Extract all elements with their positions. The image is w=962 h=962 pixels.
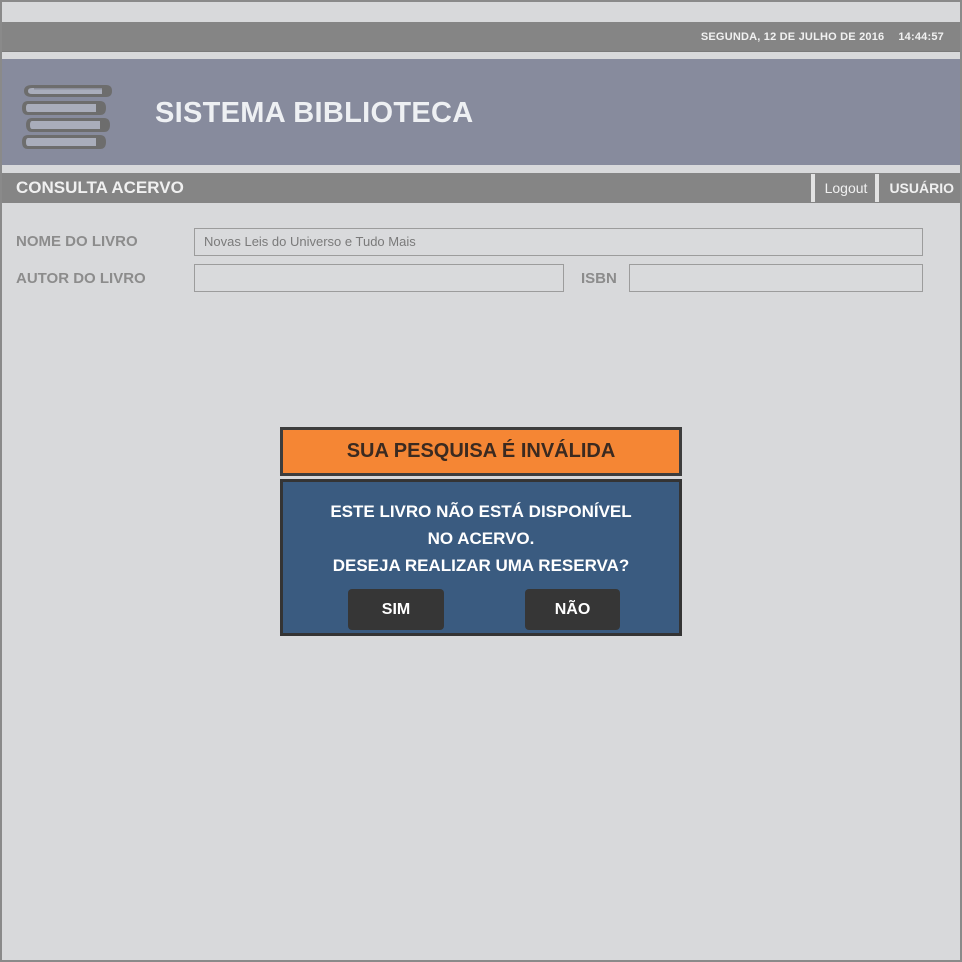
navigation-bar: CONSULTA ACERVO Logout USUÁRIO [2, 173, 960, 203]
isbn-input[interactable] [629, 264, 923, 292]
book-name-input[interactable]: Novas Leis do Universo e Tudo Mais [194, 228, 923, 256]
datetime-display: SEGUNDA, 12 DE JULHO DE 2016 14:44:57 [701, 22, 944, 52]
no-button[interactable]: NÃO [525, 589, 620, 630]
user-menu: Logout USUÁRIO [810, 173, 954, 203]
page-title: CONSULTA ACERVO [16, 178, 184, 197]
header-banner: SISTEMA BIBLIOTECA [2, 59, 960, 165]
user-link[interactable]: USUÁRIO [879, 173, 954, 203]
dialog-title: SUA PESQUISA É INVÁLIDA [280, 427, 682, 476]
time-text: 14:44:57 [898, 31, 944, 43]
book-name-label: NOME DO LIVRO [16, 233, 138, 250]
isbn-label: ISBN [581, 270, 617, 287]
dialog-message-line: ESTE LIVRO NÃO ESTÁ DISPONÍVEL [330, 502, 632, 521]
dialog-message: ESTE LIVRO NÃO ESTÁ DISPONÍVEL NO ACERVO… [283, 498, 679, 579]
yes-button[interactable]: SIM [348, 589, 444, 630]
dialog-message-line: DESEJA REALIZAR UMA RESERVA? [332, 556, 630, 575]
author-input[interactable] [194, 264, 564, 292]
dialog-message-line: NO ACERVO. [427, 529, 535, 548]
system-title: SISTEMA BIBLIOTECA [155, 97, 474, 129]
logout-link[interactable]: Logout [815, 173, 876, 203]
date-text: SEGUNDA, 12 DE JULHO DE 2016 [700, 31, 885, 43]
top-status-bar: SEGUNDA, 12 DE JULHO DE 2016 14:44:57 [2, 22, 960, 52]
author-label: AUTOR DO LIVRO [16, 270, 146, 287]
reservation-dialog: ESTE LIVRO NÃO ESTÁ DISPONÍVEL NO ACERVO… [280, 479, 682, 636]
books-stack-icon [22, 85, 112, 149]
